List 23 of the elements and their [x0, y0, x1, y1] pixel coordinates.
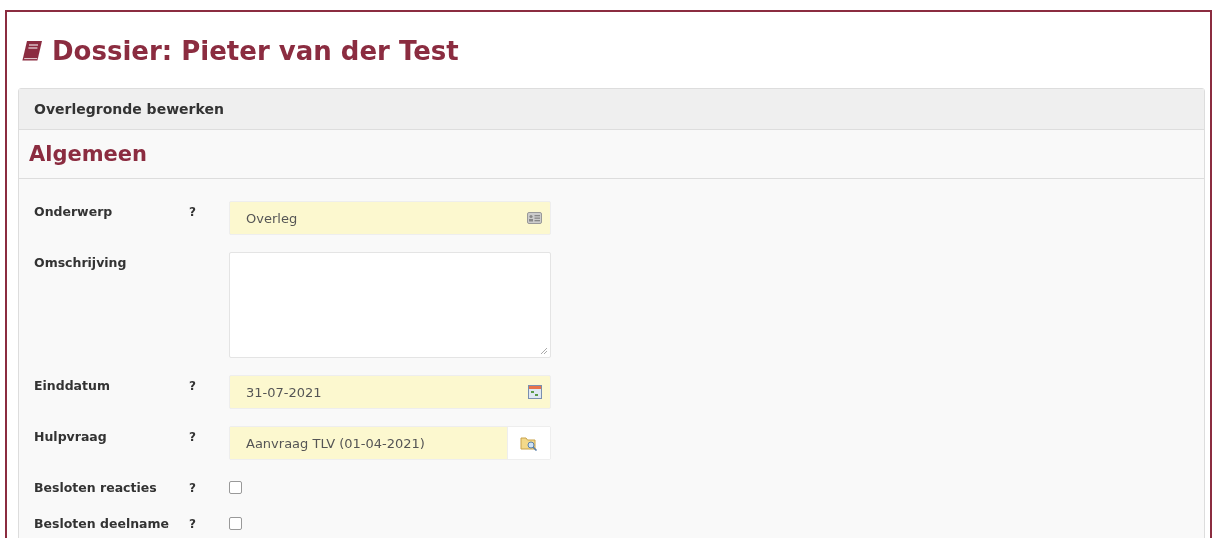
- panel-title: Overlegronde bewerken: [34, 101, 224, 117]
- field-label: Hulpvraag: [34, 428, 108, 444]
- description-field[interactable]: [229, 252, 551, 358]
- subject-field[interactable]: Overleg: [229, 201, 551, 235]
- help-link[interactable]: ?: [189, 516, 196, 531]
- section-title: Algemeen: [29, 142, 148, 166]
- checkbox[interactable]: [229, 481, 242, 494]
- checkbox[interactable]: [229, 517, 242, 530]
- page-title: Dossier: Pieter van der Test: [52, 36, 459, 66]
- resize-grip-icon: [540, 347, 548, 355]
- help-link[interactable]: ?: [189, 480, 196, 495]
- field-label: Omschrijving: [34, 254, 128, 270]
- field-label: Einddatum: [34, 377, 111, 393]
- id-card-icon: [527, 212, 542, 224]
- calendar-icon[interactable]: [528, 385, 542, 399]
- field-label: Besloten reacties: [34, 479, 158, 495]
- help-link[interactable]: ?: [189, 429, 196, 444]
- date-field[interactable]: 31-07-2021: [229, 375, 551, 409]
- help-link[interactable]: ?: [189, 204, 196, 219]
- book-icon: [20, 39, 44, 63]
- help-link[interactable]: ?: [189, 378, 196, 393]
- field-label: Besloten deelname: [34, 515, 171, 531]
- field-label: Onderwerp: [34, 203, 114, 219]
